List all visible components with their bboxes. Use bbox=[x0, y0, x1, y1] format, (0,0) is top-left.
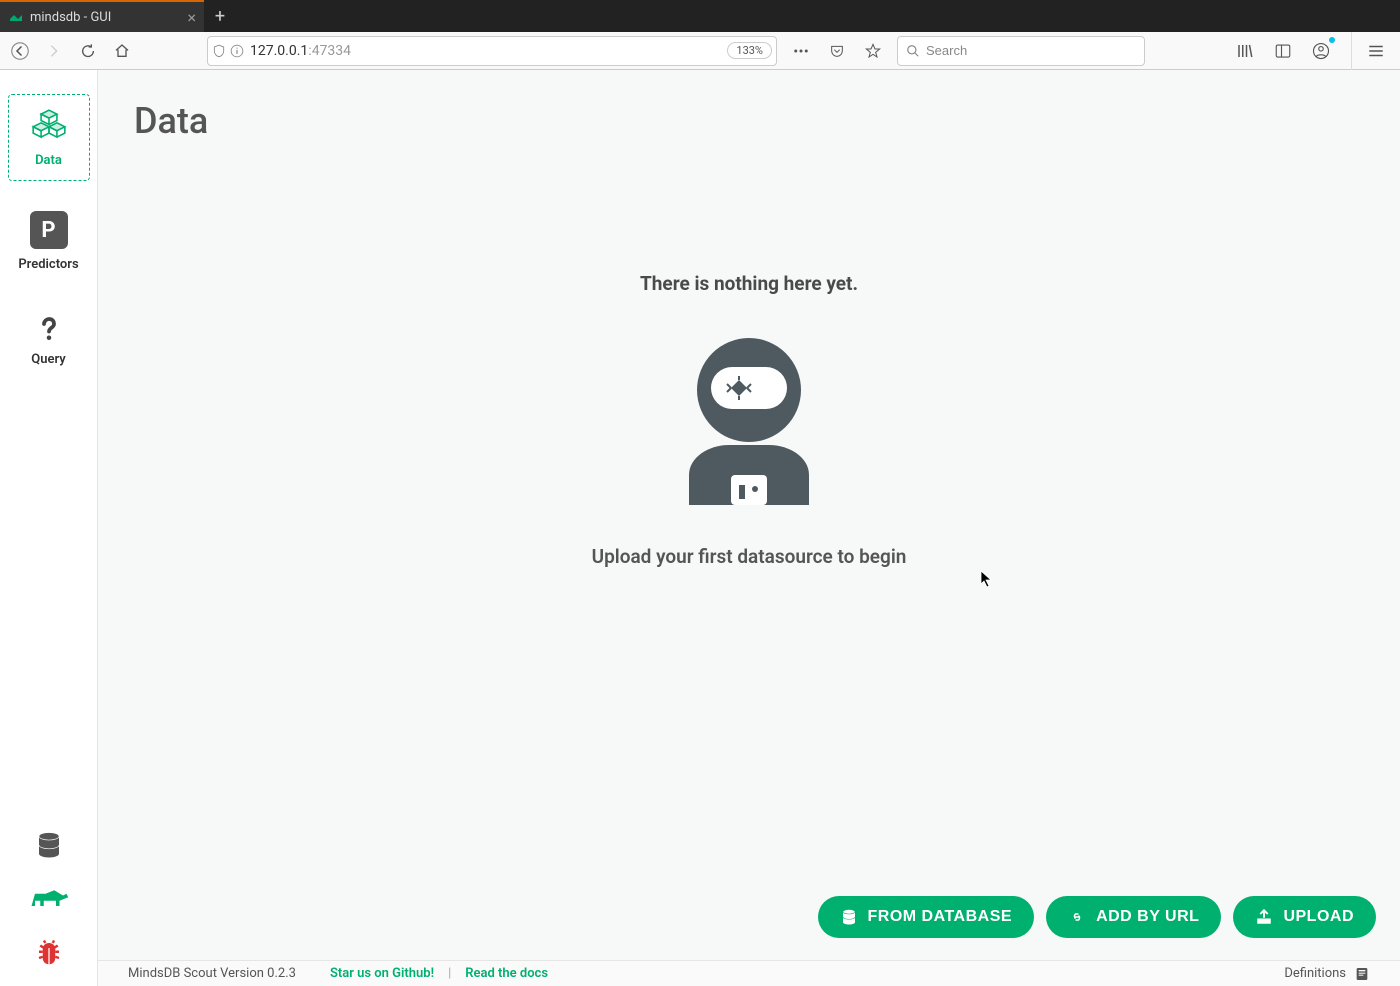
question-icon bbox=[34, 314, 64, 344]
reload-button[interactable] bbox=[74, 37, 102, 65]
new-tab-button[interactable]: + bbox=[204, 0, 236, 32]
info-icon bbox=[230, 44, 244, 58]
footer: MindsDB Scout Version 0.2.3 Star us on G… bbox=[98, 960, 1400, 986]
mindsdb-logo-icon[interactable] bbox=[28, 888, 70, 910]
account-icon[interactable] bbox=[1307, 37, 1335, 65]
sidebar-item-label: Query bbox=[31, 352, 65, 367]
search-input[interactable] bbox=[926, 43, 1136, 58]
back-button[interactable] bbox=[6, 37, 34, 65]
page-actions-button[interactable] bbox=[787, 37, 815, 65]
shield-icon bbox=[212, 44, 226, 58]
tab-favicon-icon bbox=[8, 9, 24, 25]
version-text: MindsDB Scout Version 0.2.3 bbox=[128, 966, 296, 981]
zoom-badge[interactable]: 133% bbox=[727, 42, 772, 59]
upload-icon bbox=[1255, 908, 1273, 926]
browser-tab[interactable]: mindsdb - GUI × bbox=[0, 0, 204, 32]
from-database-button[interactable]: FROM DATABASE bbox=[818, 896, 1035, 938]
sidebar-item-label: Data bbox=[35, 153, 62, 168]
empty-state-title: There is nothing here yet. bbox=[640, 272, 858, 295]
action-buttons: FROM DATABASE ADD BY URL UPLOAD bbox=[818, 896, 1377, 938]
url-text: 127.0.0.1:47334 bbox=[250, 43, 721, 59]
empty-state-subtitle: Upload your first datasource to begin bbox=[592, 545, 907, 568]
browser-tabbar: mindsdb - GUI × + bbox=[0, 0, 1400, 32]
database-icon[interactable] bbox=[34, 830, 64, 860]
link-icon bbox=[1068, 908, 1086, 926]
search-icon bbox=[906, 44, 920, 58]
sidebars-icon[interactable] bbox=[1269, 37, 1297, 65]
boxes-icon bbox=[30, 107, 68, 145]
sidebar-item-data[interactable]: Data bbox=[8, 94, 90, 181]
tab-title: mindsdb - GUI bbox=[30, 10, 111, 25]
book-icon bbox=[1354, 966, 1370, 982]
home-button[interactable] bbox=[108, 37, 136, 65]
page-title: Data bbox=[98, 70, 1400, 142]
p-icon: P bbox=[30, 211, 68, 249]
forward-button[interactable] bbox=[40, 37, 68, 65]
bookmark-icon[interactable] bbox=[859, 37, 887, 65]
sidebar-item-query[interactable]: Query bbox=[8, 302, 90, 379]
empty-state: There is nothing here yet. Upload your f… bbox=[98, 142, 1400, 960]
docs-link[interactable]: Read the docs bbox=[465, 966, 548, 981]
library-icon[interactable] bbox=[1231, 37, 1259, 65]
sidebar: Data P Predictors Query bbox=[0, 70, 98, 986]
pocket-icon[interactable] bbox=[823, 37, 851, 65]
browser-toolbar: 127.0.0.1:47334 133% bbox=[0, 32, 1400, 70]
url-bar[interactable]: 127.0.0.1:47334 133% bbox=[207, 36, 777, 66]
sidebar-item-label: Predictors bbox=[18, 257, 78, 272]
add-by-url-button[interactable]: ADD BY URL bbox=[1046, 896, 1221, 938]
main-content: Data There is nothing here yet. Upload y… bbox=[98, 70, 1400, 986]
astronaut-icon bbox=[669, 335, 829, 505]
upload-button[interactable]: UPLOAD bbox=[1233, 896, 1376, 938]
definitions-button[interactable]: Definitions bbox=[1284, 966, 1370, 982]
sidebar-item-predictors[interactable]: P Predictors bbox=[8, 199, 90, 284]
browser-search[interactable] bbox=[897, 36, 1145, 66]
menu-button[interactable] bbox=[1362, 37, 1390, 65]
close-icon[interactable]: × bbox=[187, 8, 196, 27]
bug-icon[interactable] bbox=[34, 938, 64, 968]
github-link[interactable]: Star us on Github! bbox=[330, 966, 434, 981]
database-icon bbox=[840, 908, 858, 926]
